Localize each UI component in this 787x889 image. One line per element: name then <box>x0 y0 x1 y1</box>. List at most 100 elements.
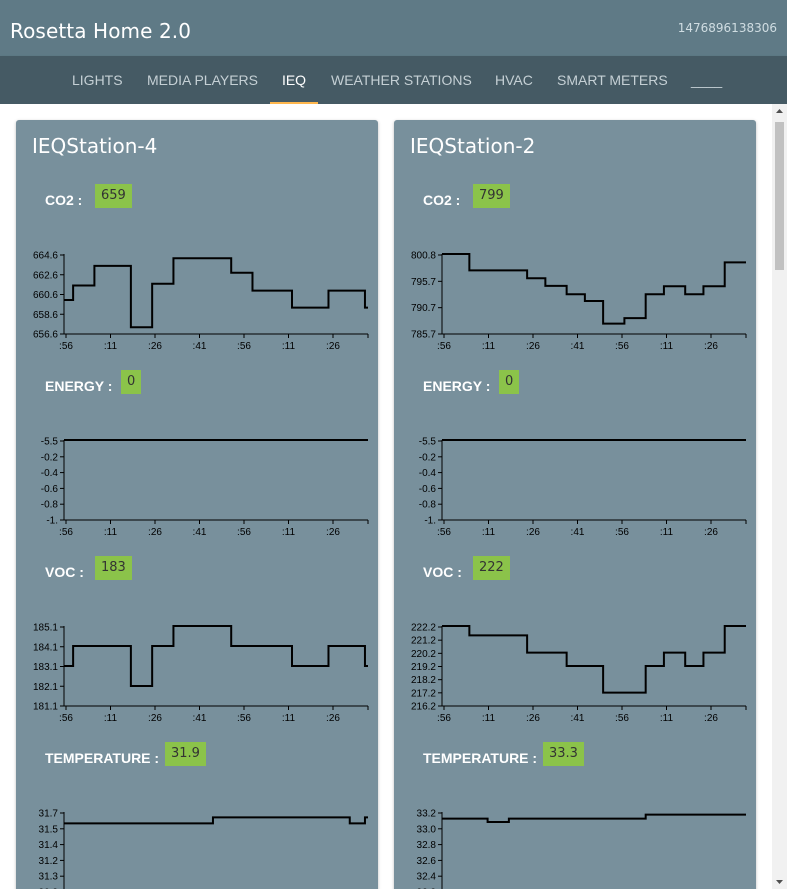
tab-smart-meters[interactable]: SMART METERS <box>557 56 668 104</box>
sensor-value-badge: 799 <box>473 184 510 208</box>
x-tick-label: :11 <box>282 341 296 352</box>
sensor-chart: 800.8795.7790.7785.7:56:11:26:41:56:11:2… <box>411 251 747 352</box>
y-tick-label: -0.8 <box>419 500 437 511</box>
tab-ieq[interactable]: IEQ <box>270 56 318 104</box>
sensor-value-badge: 0 <box>499 370 520 394</box>
sensor-label: CO2 : <box>45 192 83 208</box>
y-tick-label: 32.4 <box>417 872 437 883</box>
y-tick-label: -0.6 <box>419 484 437 495</box>
y-tick-label: -0.6 <box>41 484 59 495</box>
y-tick-label: 664.6 <box>33 251 58 262</box>
scroll-up-arrow-icon[interactable] <box>772 104 787 118</box>
station-card: IEQStation-2 CO2 : 799 800.8 795.7 790.7 785.7… <box>394 120 756 889</box>
y-tick-label: 181.1 <box>33 702 58 713</box>
station-name: IEQStation-2 <box>410 134 536 158</box>
app-title: Rosetta Home 2.0 <box>10 19 192 43</box>
y-tick-label: -5.5 <box>41 437 59 448</box>
sensor-chart: 185.1184.1183.1182.1181.1:56:11:26:41:56… <box>33 623 369 724</box>
x-tick-label: :11 <box>282 713 296 724</box>
x-tick-label: :41 <box>193 341 207 352</box>
x-tick-label: :56 <box>59 341 73 352</box>
y-tick-label: 656.6 <box>33 330 58 341</box>
sensor-value-badge: 33.3 <box>543 742 584 766</box>
y-tick-label: 32.6 <box>417 856 437 867</box>
x-tick-label: :26 <box>526 527 540 538</box>
y-tick-label: 184.1 <box>33 642 58 653</box>
y-tick-label: -1. <box>46 516 58 527</box>
x-tick-label: :26 <box>326 713 340 724</box>
x-tick-label: :11 <box>660 713 674 724</box>
scrollbar-thumb[interactable] <box>775 122 784 270</box>
y-tick-label: -0.2 <box>41 452 59 463</box>
tab-lights[interactable]: LIGHTS <box>72 56 123 104</box>
x-tick-label: :56 <box>237 341 251 352</box>
y-tick-label: -0.4 <box>419 468 437 479</box>
x-tick-label: :26 <box>148 527 162 538</box>
y-tick-label: 33.2 <box>417 809 437 820</box>
x-tick-label: :41 <box>193 527 207 538</box>
sensor-label: TEMPERATURE : <box>45 750 160 766</box>
sensor-value-badge: 31.9 <box>165 742 206 766</box>
sensor-value-badge: 183 <box>95 556 132 580</box>
timestamp: 1476896138306 <box>677 21 777 35</box>
y-tick-label: 31.2 <box>39 856 59 867</box>
x-tick-label: :41 <box>571 341 585 352</box>
x-tick-label: :11 <box>282 527 296 538</box>
x-tick-label: :26 <box>148 341 162 352</box>
y-tick-label: 658.6 <box>33 310 58 321</box>
y-tick-label: -0.2 <box>419 452 437 463</box>
x-tick-label: :26 <box>704 341 718 352</box>
sensor-value-badge: 0 <box>121 370 142 394</box>
x-tick-label: :56 <box>615 341 629 352</box>
sensor-chart: 31.731.531.431.231.330.8:56:11:26:41:56:… <box>39 809 368 889</box>
y-tick-label: 31.3 <box>39 872 59 883</box>
x-tick-label: :26 <box>148 713 162 724</box>
x-tick-label: :11 <box>482 713 496 724</box>
sensor-series-line <box>64 257 368 329</box>
tab-weather-stations[interactable]: WEATHER STATIONS <box>331 56 472 104</box>
x-tick-label: :11 <box>660 341 674 352</box>
y-tick-label: 216.2 <box>411 702 436 713</box>
tab-bar: LIGHTS MEDIA PLAYERS IEQ WEATHER STATION… <box>0 56 787 104</box>
sensor-chart: 33.233.032.832.632.432.2:56:11:26:41:56:… <box>417 809 746 889</box>
x-tick-label: :56 <box>615 713 629 724</box>
sensor-value-badge: 659 <box>95 184 132 208</box>
x-tick-label: :56 <box>237 713 251 724</box>
tab-hvac[interactable]: HVAC <box>495 56 533 104</box>
sensor-label: ENERGY : <box>45 378 113 394</box>
x-tick-label: :26 <box>326 341 340 352</box>
tab-label: HVAC <box>495 72 533 88</box>
station-card: IEQStation-4 CO2 : 659 664.6 662.6 660.6 658.6… <box>16 120 378 889</box>
tab-more[interactable]: ____ <box>691 56 722 104</box>
x-tick-label: :26 <box>326 527 340 538</box>
x-tick-label: :11 <box>482 341 496 352</box>
x-tick-label: :11 <box>104 341 118 352</box>
y-tick-label: -0.8 <box>41 500 59 511</box>
tab-media-players[interactable]: MEDIA PLAYERS <box>147 56 258 104</box>
y-tick-label: 32.8 <box>417 840 437 851</box>
sensor-chart: 664.6662.6660.6658.6656.6:56:11:26:41:56… <box>33 251 369 352</box>
sensor-chart: 222.2221.2220.2219.2218.2217.2216.2:56:1… <box>411 623 747 724</box>
sensor-value-badge: 222 <box>473 556 510 580</box>
scroll-down-arrow-icon[interactable] <box>772 875 787 889</box>
sensor-label: ENERGY : <box>423 378 491 394</box>
y-tick-label: 795.7 <box>411 277 436 288</box>
tab-label: ____ <box>691 72 723 88</box>
x-tick-label: :56 <box>615 527 629 538</box>
x-tick-label: :26 <box>526 341 540 352</box>
sensor-label: CO2 : <box>423 192 461 208</box>
x-tick-label: :26 <box>704 527 718 538</box>
sensor-label: VOC : <box>423 564 462 580</box>
y-tick-label: 217.2 <box>411 688 436 699</box>
scrollbar[interactable] <box>772 104 787 889</box>
y-tick-label: 785.7 <box>411 330 436 341</box>
x-tick-label: :11 <box>482 527 496 538</box>
x-tick-label: :26 <box>704 713 718 724</box>
sensor-label: VOC : <box>45 564 84 580</box>
y-tick-label: -0.4 <box>41 468 59 479</box>
y-tick-label: 218.2 <box>411 675 436 686</box>
x-tick-label: :56 <box>437 527 451 538</box>
tab-label: LIGHTS <box>72 72 123 88</box>
tab-label: MEDIA PLAYERS <box>147 72 259 88</box>
y-tick-label: 219.2 <box>411 662 436 673</box>
